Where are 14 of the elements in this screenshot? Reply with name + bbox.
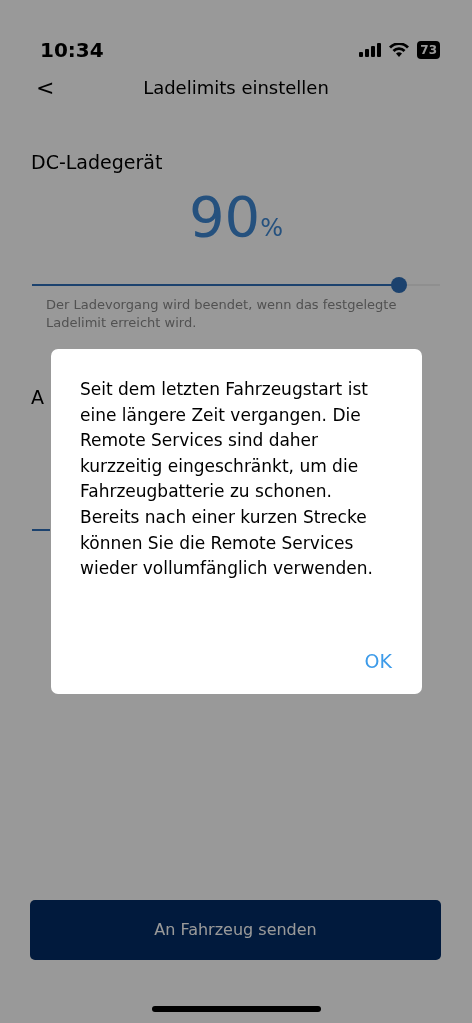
section-label: DC-Ladegerät [31, 150, 164, 175]
back-button[interactable]: < [36, 75, 55, 101]
signal-icon [359, 42, 382, 57]
percent-unit: % [260, 214, 284, 242]
battery-level: 73 [417, 40, 440, 59]
send-button[interactable]: An Fahrzeug senden [30, 900, 441, 960]
dialog-message: Seit dem letzten Fahrzeugstart ist eine längere Zeit vergangen. Die Remote Services sind daher kurzzeitig eingeschränkt, um die Fahrzeugbatterie zu schonen. Bereits nach einer kurzen Strecke können Sie die Remote Services wieder vollumfänglich verwenden. [80, 378, 374, 581]
page-title: Ladelimits einstellen [143, 77, 329, 98]
description-text: Der Ladevorgang wird beendet, wenn das festgelegte Ladelimit erreicht wird. [46, 296, 398, 332]
wifi-icon [389, 42, 410, 57]
slider-thumb[interactable] [391, 277, 408, 293]
clock-time: 10:34 [40, 36, 104, 63]
section-label: A [31, 385, 44, 410]
percentage-value: 90 [188, 184, 261, 249]
